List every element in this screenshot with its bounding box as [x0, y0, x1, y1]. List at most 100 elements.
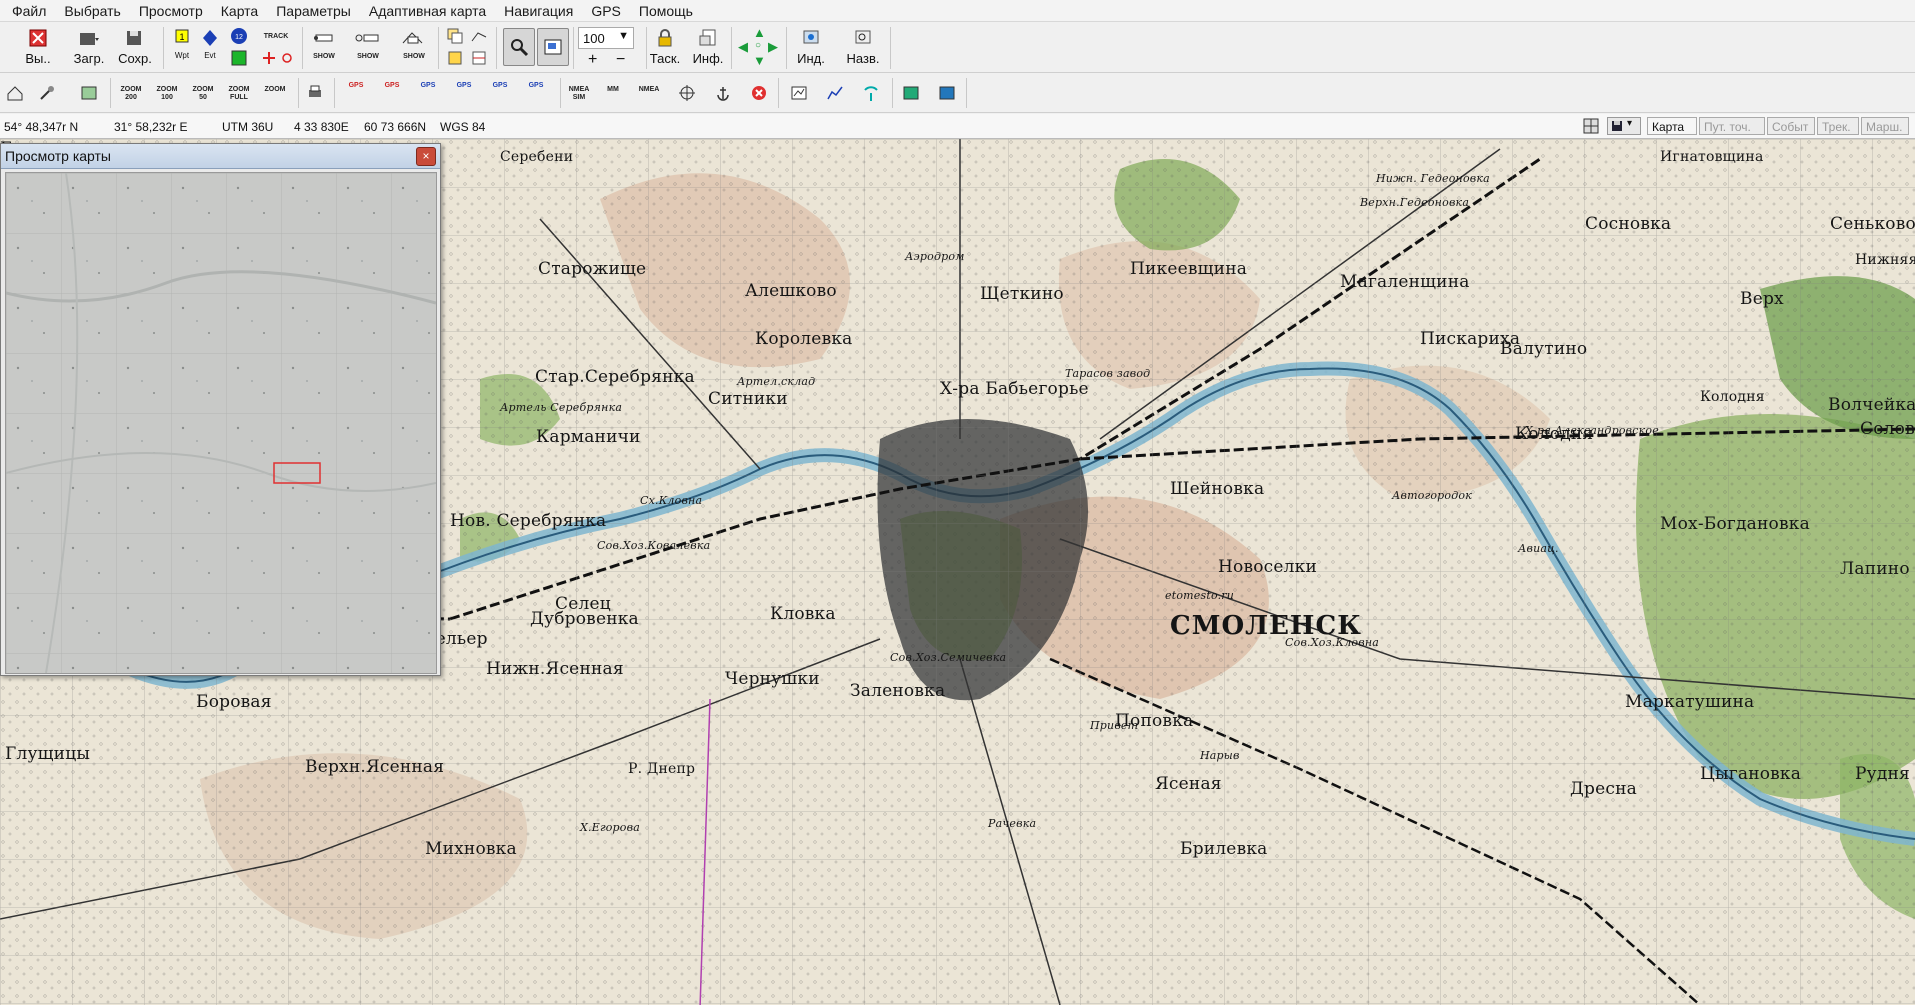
zoom-select[interactable]: 100 ▼ — [578, 27, 634, 49]
gps-6-button[interactable]: GPS — [524, 82, 548, 90]
arrow-up-icon[interactable]: ▲ — [753, 25, 766, 40]
menu-select[interactable]: Выбрать — [60, 2, 124, 20]
zoom-plain-button[interactable]: ZOOM — [260, 86, 290, 94]
arrow-right-icon[interactable]: ▶ — [768, 39, 778, 55]
zoom-out-button[interactable]: − — [616, 51, 625, 69]
show-label-3[interactable]: SHOW — [396, 53, 432, 61]
grid-icon[interactable] — [1583, 118, 1599, 134]
stop-icon[interactable] — [750, 84, 768, 102]
show-label[interactable]: SHOW — [306, 53, 342, 61]
show-track-icon[interactable] — [312, 29, 336, 47]
map-window-icon[interactable] — [80, 84, 98, 102]
overview-toggle-button[interactable] — [537, 28, 569, 66]
layer-yellow-icon[interactable] — [446, 49, 464, 67]
pan-arrows[interactable]: ▲ ▼ ◀ ▶ ○ — [738, 25, 782, 71]
nmea-button[interactable]: NMEA — [636, 86, 662, 94]
map-label: Аэродром — [905, 250, 965, 263]
route-point-icon[interactable]: 12 — [230, 27, 248, 45]
overview-titlebar[interactable]: Просмотр карты × — [1, 144, 440, 169]
home-icon[interactable] — [6, 84, 24, 102]
zoom-200-button[interactable]: ZOOM 200 — [116, 86, 146, 102]
menu-map[interactable]: Карта — [217, 2, 262, 20]
nmea-sim-button[interactable]: NMEA SIM — [566, 86, 592, 102]
tab-waypoints[interactable]: Пут. точ. — [1699, 117, 1765, 135]
overview-map[interactable] — [5, 172, 437, 674]
menu-adaptive-map[interactable]: Адаптивная карта — [365, 2, 490, 20]
gps-2-button[interactable]: GPS — [380, 82, 404, 90]
menu-navigation[interactable]: Навигация — [500, 2, 577, 20]
map-import-icon[interactable] — [902, 84, 920, 102]
separator — [302, 27, 303, 69]
zoom-100-button[interactable]: ZOOM 100 — [152, 86, 182, 102]
crosshair-icon[interactable] — [678, 84, 696, 102]
gps-signal-icon[interactable] — [862, 84, 880, 102]
chart-icon[interactable] — [826, 84, 844, 102]
menu-view[interactable]: Просмотр — [135, 2, 207, 20]
info-button[interactable]: Инф. — [691, 23, 725, 66]
anchor-icon[interactable] — [714, 84, 732, 102]
map-label: Магаленщина — [1340, 272, 1470, 292]
tools-icon[interactable] — [38, 84, 56, 102]
zoom-tool-button[interactable] — [503, 28, 535, 66]
menu-file[interactable]: Файл — [8, 2, 50, 20]
arrow-down-icon[interactable]: ▼ — [753, 53, 766, 68]
menu-help[interactable]: Помощь — [635, 2, 697, 20]
tab-tracks[interactable]: Трек. — [1817, 117, 1859, 135]
info-doc-icon — [699, 29, 716, 46]
zoom-full-button[interactable]: ZOOM FULL — [224, 86, 254, 102]
map-label: Верхн.Ясенная — [305, 757, 445, 777]
separator — [573, 27, 574, 69]
height-profile-icon[interactable] — [790, 84, 808, 102]
menu-bar: Файл Выбрать Просмотр Карта Параметры Ад… — [0, 0, 1915, 22]
center-icon[interactable]: ○ — [755, 40, 761, 51]
green-square-icon[interactable] — [230, 49, 248, 67]
save-button[interactable]: Сохр. — [114, 23, 156, 66]
print-icon[interactable] — [306, 84, 324, 102]
northing-readout: 60 73 666N — [364, 120, 427, 134]
line-tool-icon[interactable] — [470, 27, 488, 45]
gps-5-button[interactable]: GPS — [488, 82, 512, 90]
close-icon[interactable]: × — [416, 147, 436, 166]
load-button[interactable]: Загр. — [68, 23, 110, 66]
plus-red-icon[interactable] — [260, 49, 278, 67]
zoom-50-button[interactable]: ZOOM 50 — [188, 86, 218, 102]
menu-parameters[interactable]: Параметры — [272, 2, 355, 20]
layer-lines-icon[interactable] — [470, 49, 488, 67]
exit-button[interactable]: Вы.. — [18, 23, 58, 66]
waypoint-button[interactable]: 1 Wpt — [170, 23, 194, 60]
event-button[interactable]: Evt — [198, 23, 222, 60]
map-label: Артель Серебрянка — [500, 401, 623, 414]
secondary-toolbar: ZOOM 200 ZOOM 100 ZOOM 50 ZOOM FULL ZOOM… — [0, 74, 1915, 113]
map-label: Королевка — [755, 329, 853, 349]
arrow-left-icon[interactable]: ◀ — [738, 39, 748, 55]
show-waypoints-icon[interactable] — [354, 29, 380, 47]
map-label: etomesto.ru — [1165, 589, 1235, 602]
map-label: Алешково — [745, 281, 837, 301]
index-button[interactable]: Инд. — [793, 23, 829, 66]
track-label[interactable]: TRACK — [256, 33, 296, 41]
show-label-2[interactable]: SHOW — [350, 53, 386, 61]
save-view-button[interactable]: ▾ — [1607, 117, 1641, 135]
task-button[interactable]: Таск. — [648, 23, 682, 66]
names-button[interactable]: Назв. — [843, 23, 883, 66]
overview-window[interactable]: Просмотр карты × — [0, 143, 441, 676]
map-label: Нижн. Гедеоновка — [1376, 172, 1490, 185]
layers-icon[interactable] — [446, 27, 464, 45]
map-label: Авиац. — [1518, 542, 1559, 555]
map-label: Дубровенка — [530, 609, 639, 629]
tab-map[interactable]: Карта — [1647, 117, 1697, 135]
circle-red-icon[interactable] — [278, 49, 296, 67]
mm-button[interactable]: MM — [600, 86, 626, 94]
menu-gps[interactable]: GPS — [587, 2, 625, 20]
tab-routes[interactable]: Марш. — [1861, 117, 1909, 135]
map-export-icon[interactable] — [938, 84, 956, 102]
show-routes-icon[interactable] — [400, 29, 426, 47]
gps-3-button[interactable]: GPS — [416, 82, 440, 90]
gps-1-button[interactable]: GPS — [344, 82, 368, 90]
overview-title: Просмотр карты — [5, 148, 111, 164]
zoom-in-button[interactable]: + — [588, 51, 597, 69]
tab-events[interactable]: Событ — [1767, 117, 1815, 135]
map-label: Валутино — [1500, 339, 1588, 359]
gps-4-button[interactable]: GPS — [452, 82, 476, 90]
map-label: Нов. Серебрянка — [450, 511, 607, 531]
